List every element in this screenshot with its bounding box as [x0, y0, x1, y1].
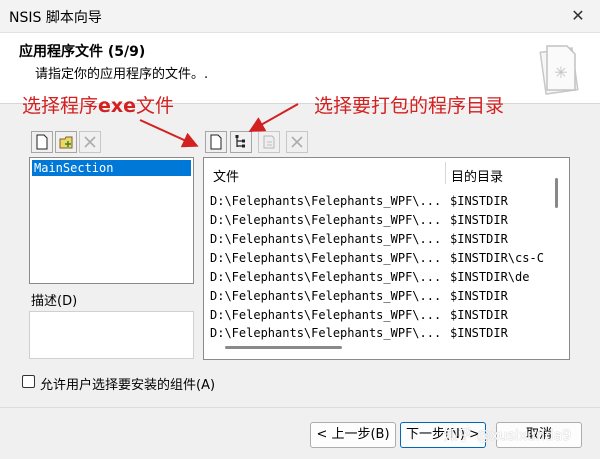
annotation-select-directory: 选择要打包的程序目录: [314, 95, 505, 117]
column-divider[interactable]: [445, 162, 446, 184]
new-file-icon: [210, 134, 222, 150]
file-path-cell[interactable]: D:\Felephants\Felephants_WPF\...: [210, 326, 442, 340]
add-file-button[interactable]: [205, 131, 227, 153]
add-section-button[interactable]: [31, 131, 53, 153]
target-dir-cell[interactable]: $INSTDIR: [450, 326, 544, 340]
arrow-to-add-directory: [248, 103, 299, 132]
vertical-scrollbar[interactable]: [555, 178, 558, 208]
target-dir-cell[interactable]: $INSTDIR: [450, 213, 544, 227]
file-path-cell[interactable]: D:\Felephants\Felephants_WPF\...: [210, 251, 442, 265]
add-subsection-button[interactable]: [55, 131, 77, 153]
page-title: 应用程序文件 (5/9): [19, 44, 146, 60]
new-file-icon: [36, 134, 48, 150]
target-dir-cell[interactable]: $INSTDIR: [450, 194, 544, 208]
target-dir-cell[interactable]: $INSTDIR\de: [450, 270, 544, 284]
target-dir-cell[interactable]: $INSTDIR: [450, 289, 544, 303]
close-icon[interactable]: ✕: [566, 4, 590, 28]
edit-icon: [263, 135, 275, 149]
page-subtitle: 请指定你的应用程序的文件。.: [35, 67, 209, 82]
add-directory-button[interactable]: [230, 131, 252, 153]
installer-file-icon: ✳: [539, 45, 579, 95]
section-list[interactable]: MainSection: [29, 157, 194, 284]
next-button[interactable]: 下一步(N) >: [400, 422, 486, 448]
section-item[interactable]: MainSection: [32, 160, 191, 176]
file-path-cell[interactable]: D:\Felephants\Felephants_WPF\...: [210, 232, 442, 246]
annotation-left-suffix: 文件: [136, 95, 175, 117]
remove-file-button[interactable]: [286, 131, 308, 153]
target-dir-cell[interactable]: $INSTDIR: [450, 308, 544, 322]
annotation-left-prefix: 选择程序: [22, 95, 99, 117]
svg-text:✳: ✳: [554, 63, 567, 82]
column-header-target[interactable]: 目的目录: [451, 166, 503, 185]
annotation-left-exe: exe: [98, 95, 137, 117]
description-label: 描述(D): [31, 294, 78, 309]
allow-choose-components-checkbox[interactable]: [22, 375, 35, 388]
cancel-button[interactable]: 取消: [496, 422, 582, 448]
arrow-to-add-file: [139, 119, 199, 148]
delete-icon: [84, 136, 96, 148]
file-path-cell[interactable]: D:\Felephants\Felephants_WPF\...: [210, 289, 442, 303]
target-dir-cell[interactable]: $INSTDIR\cs-C: [450, 251, 544, 265]
horizontal-scrollbar[interactable]: [225, 346, 342, 349]
file-list[interactable]: 文件 目的目录 D:\Felephants\Felephants_WPF\...…: [203, 157, 570, 360]
column-header-file[interactable]: 文件: [213, 166, 239, 185]
delete-icon: [291, 136, 303, 148]
file-path-cell[interactable]: D:\Felephants\Felephants_WPF\...: [210, 270, 442, 284]
remove-section-button[interactable]: [79, 131, 101, 153]
directory-tree-icon: [235, 135, 245, 148]
file-path-cell[interactable]: D:\Felephants\Felephants_WPF\...: [210, 308, 442, 322]
allow-choose-components-label: 允许用户选择要安装的组件(A): [40, 378, 216, 393]
file-path-cell[interactable]: D:\Felephants\Felephants_WPF\...: [210, 194, 442, 208]
folder-add-icon: [59, 136, 73, 149]
back-button[interactable]: < 上一步(B): [310, 422, 396, 448]
title-bar: NSIS 脚本向导 ✕: [0, 0, 600, 33]
description-box: [29, 311, 194, 359]
button-bar: < 上一步(B) 下一步(N) > 取消: [0, 407, 600, 459]
file-path-cell[interactable]: D:\Felephants\Felephants_WPF\...: [210, 213, 442, 227]
target-dir-cell[interactable]: $INSTDIR: [450, 232, 544, 246]
annotation-select-exe: 选择程序exe文件: [22, 91, 174, 118]
edit-file-button[interactable]: [258, 131, 280, 153]
window-title: NSIS 脚本向导: [9, 10, 102, 26]
